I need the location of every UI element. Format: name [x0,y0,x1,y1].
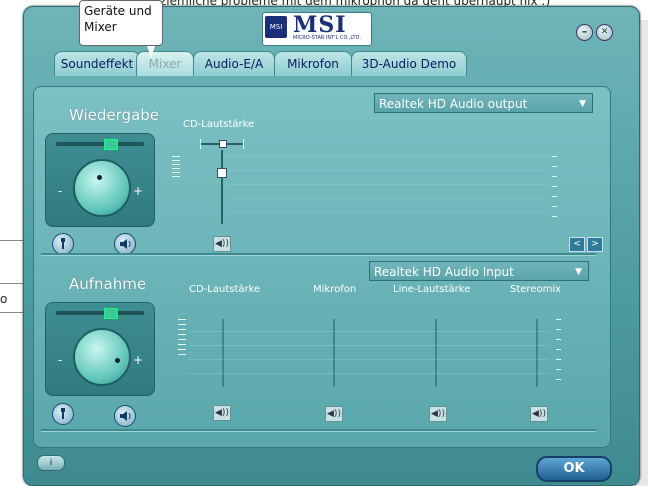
speaker-icon[interactable] [114,233,136,255]
grid-line [227,212,549,213]
mute-icon[interactable]: ◀)) [213,236,231,252]
speaker-icon[interactable] [114,405,136,427]
logo-subtext: MICRO-STAR INT'L CO.,LTD. [293,35,361,41]
grid-line [188,373,548,374]
playback-channel-label: CD-Lautstärke [183,119,255,130]
minimize-button[interactable]: – [576,24,593,41]
playback-scale-left [172,156,182,224]
chevron-down-icon: ▼ [575,267,582,277]
chevron-down-icon: ▼ [579,99,586,109]
playback-balance-slider[interactable] [56,139,144,150]
wrench-icon[interactable] [52,233,74,255]
info-button[interactable]: i [37,455,65,471]
grid-line [188,331,548,332]
knob-indicator [97,175,102,180]
recording-volume-knob[interactable] [73,328,131,386]
section-divider [41,253,596,256]
mute-icon[interactable]: ◀)) [325,406,343,422]
tab-3d-audio-demo[interactable]: 3D-Audio Demo [351,51,467,76]
mute-icon[interactable]: ◀)) [429,406,447,422]
recording-volume-control: - + [45,302,155,396]
playback-scale-right [552,156,562,224]
recording-channel-label: Stereomix [510,284,562,295]
balance-thumb[interactable] [104,139,118,150]
recording-channel-label: Line-Lautstärke [393,284,471,295]
playback-device-select[interactable]: Realtek HD Audio output ▼ [374,93,593,113]
knob-plus-label: + [133,353,144,367]
cd-volume-slider[interactable] [221,150,223,224]
knob-indicator [115,358,120,363]
playback-device-label: Realtek HD Audio output [379,97,528,111]
tab-bar: Soundeffekt Mixer Audio-E/A Mikrofon 3D-… [38,51,624,77]
recording-title: Aufnahme [69,275,147,293]
wrench-icon[interactable] [52,403,74,425]
msi-logo: MSI MSI MICRO-STAR INT'L CO.,LTD. [262,12,372,46]
playback-title: Wiedergabe [69,106,160,124]
grid-line [227,198,549,199]
grid-line [188,359,548,360]
recording-device-select[interactable]: Realtek HD Audio Input ▼ [369,261,589,281]
recording-channel-label: CD-Lautstärke [189,284,261,295]
tooltip: Geräte und Mixer [79,0,163,46]
cd-volume-thumb[interactable] [217,168,227,178]
knob-plus-label: + [133,184,144,198]
recording-scale-right [556,319,566,387]
grid-line [227,184,549,185]
grid-line [188,345,548,346]
playback-volume-knob[interactable] [73,159,131,217]
stereomix-record-slider[interactable] [536,319,538,387]
section-divider [41,429,596,432]
line-record-slider[interactable] [435,319,437,387]
mute-icon[interactable]: ◀)) [213,405,231,421]
knob-minus-label: - [58,353,63,367]
cd-balance-slider[interactable] [200,139,244,149]
recording-balance-slider[interactable] [56,308,144,319]
mute-icon[interactable]: ◀)) [530,406,548,422]
recording-device-label: Realtek HD Audio Input [374,265,514,279]
msi-emblem-icon: MSI [265,16,287,38]
background-char: o [0,292,8,306]
tab-mikrofon[interactable]: Mikrofon [274,51,352,76]
recording-channel-label: Mikrofon [313,284,357,295]
close-button[interactable]: ✕ [596,24,613,41]
playback-volume-control: - + [45,133,155,227]
mic-record-slider[interactable] [333,319,335,387]
balance-thumb[interactable] [104,308,118,319]
tab-soundeffekt[interactable]: Soundeffekt [54,51,140,76]
grid-line [227,156,549,157]
prev-page-button[interactable]: < [569,237,585,252]
ok-button[interactable]: OK [536,456,612,482]
grid-line [227,170,549,171]
knob-minus-label: - [58,184,63,198]
tab-audio-ea[interactable]: Audio-E/A [193,51,275,76]
next-page-button[interactable]: > [587,237,603,252]
cd-record-slider[interactable] [222,319,224,387]
recording-scale-left [178,319,188,387]
